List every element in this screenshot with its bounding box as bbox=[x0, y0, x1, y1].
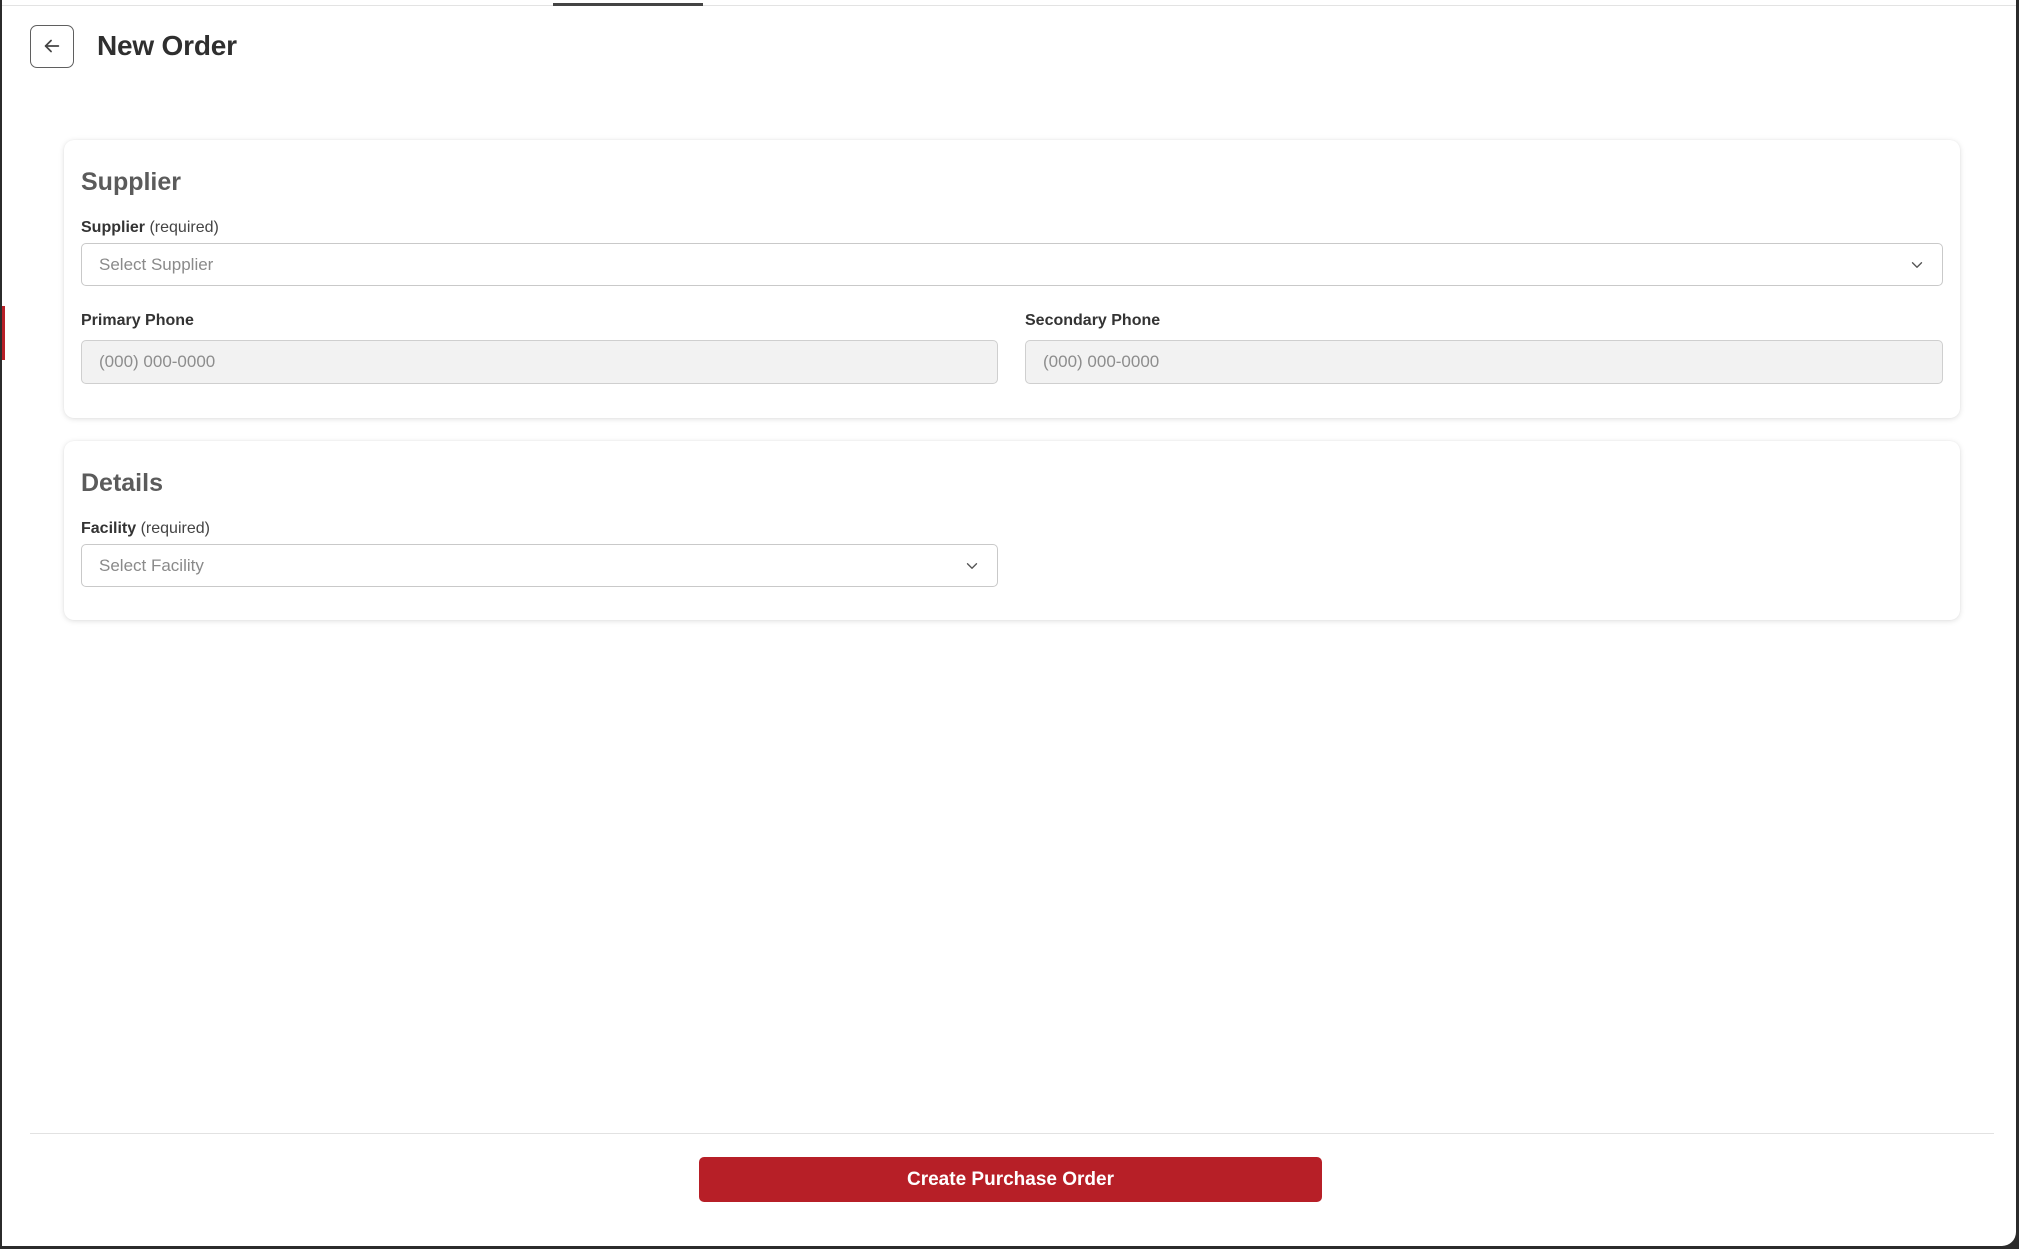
primary-phone-label-text: Primary Phone bbox=[81, 312, 194, 329]
supplier-section-title: Supplier bbox=[81, 168, 182, 196]
supplier-select[interactable]: Select Supplier bbox=[81, 243, 1943, 286]
footer-divider bbox=[30, 1133, 1994, 1134]
required-indicator: (required) bbox=[140, 520, 210, 537]
arrow-left-icon bbox=[44, 39, 60, 53]
required-indicator: (required) bbox=[149, 219, 219, 236]
facility-select-placeholder: Select Facility bbox=[99, 555, 204, 575]
active-tab-indicator bbox=[553, 3, 703, 6]
supplier-field-label: Supplier (required) bbox=[81, 219, 219, 237]
supplier-select-placeholder: Select Supplier bbox=[99, 254, 214, 274]
details-card: Details Facility (required) Select Facil… bbox=[64, 441, 1960, 620]
chevron-down-icon bbox=[966, 562, 978, 569]
facility-label-text: Facility bbox=[81, 520, 137, 537]
primary-phone-input[interactable] bbox=[81, 340, 998, 384]
supplier-label-text: Supplier bbox=[81, 219, 146, 236]
facility-field-label: Facility (required) bbox=[81, 520, 210, 538]
sidebar-active-marker bbox=[2, 306, 5, 360]
primary-phone-label: Primary Phone bbox=[81, 312, 194, 330]
page-header: New Order bbox=[30, 24, 237, 68]
details-section-title: Details bbox=[81, 469, 163, 497]
page-title: New Order bbox=[97, 30, 237, 61]
back-button[interactable] bbox=[30, 24, 74, 68]
facility-select[interactable]: Select Facility bbox=[81, 544, 998, 587]
create-purchase-order-button[interactable]: Create Purchase Order bbox=[699, 1157, 1322, 1202]
secondary-phone-label: Secondary Phone bbox=[1025, 312, 1160, 330]
supplier-card: Supplier Supplier (required) Select Supp… bbox=[64, 140, 1960, 418]
top-divider bbox=[2, 5, 2016, 6]
chevron-down-icon bbox=[1911, 261, 1923, 268]
app-window: New Order Supplier Supplier (required) S… bbox=[2, 0, 2016, 1246]
secondary-phone-input[interactable] bbox=[1025, 340, 1943, 384]
secondary-phone-label-text: Secondary Phone bbox=[1025, 312, 1161, 329]
